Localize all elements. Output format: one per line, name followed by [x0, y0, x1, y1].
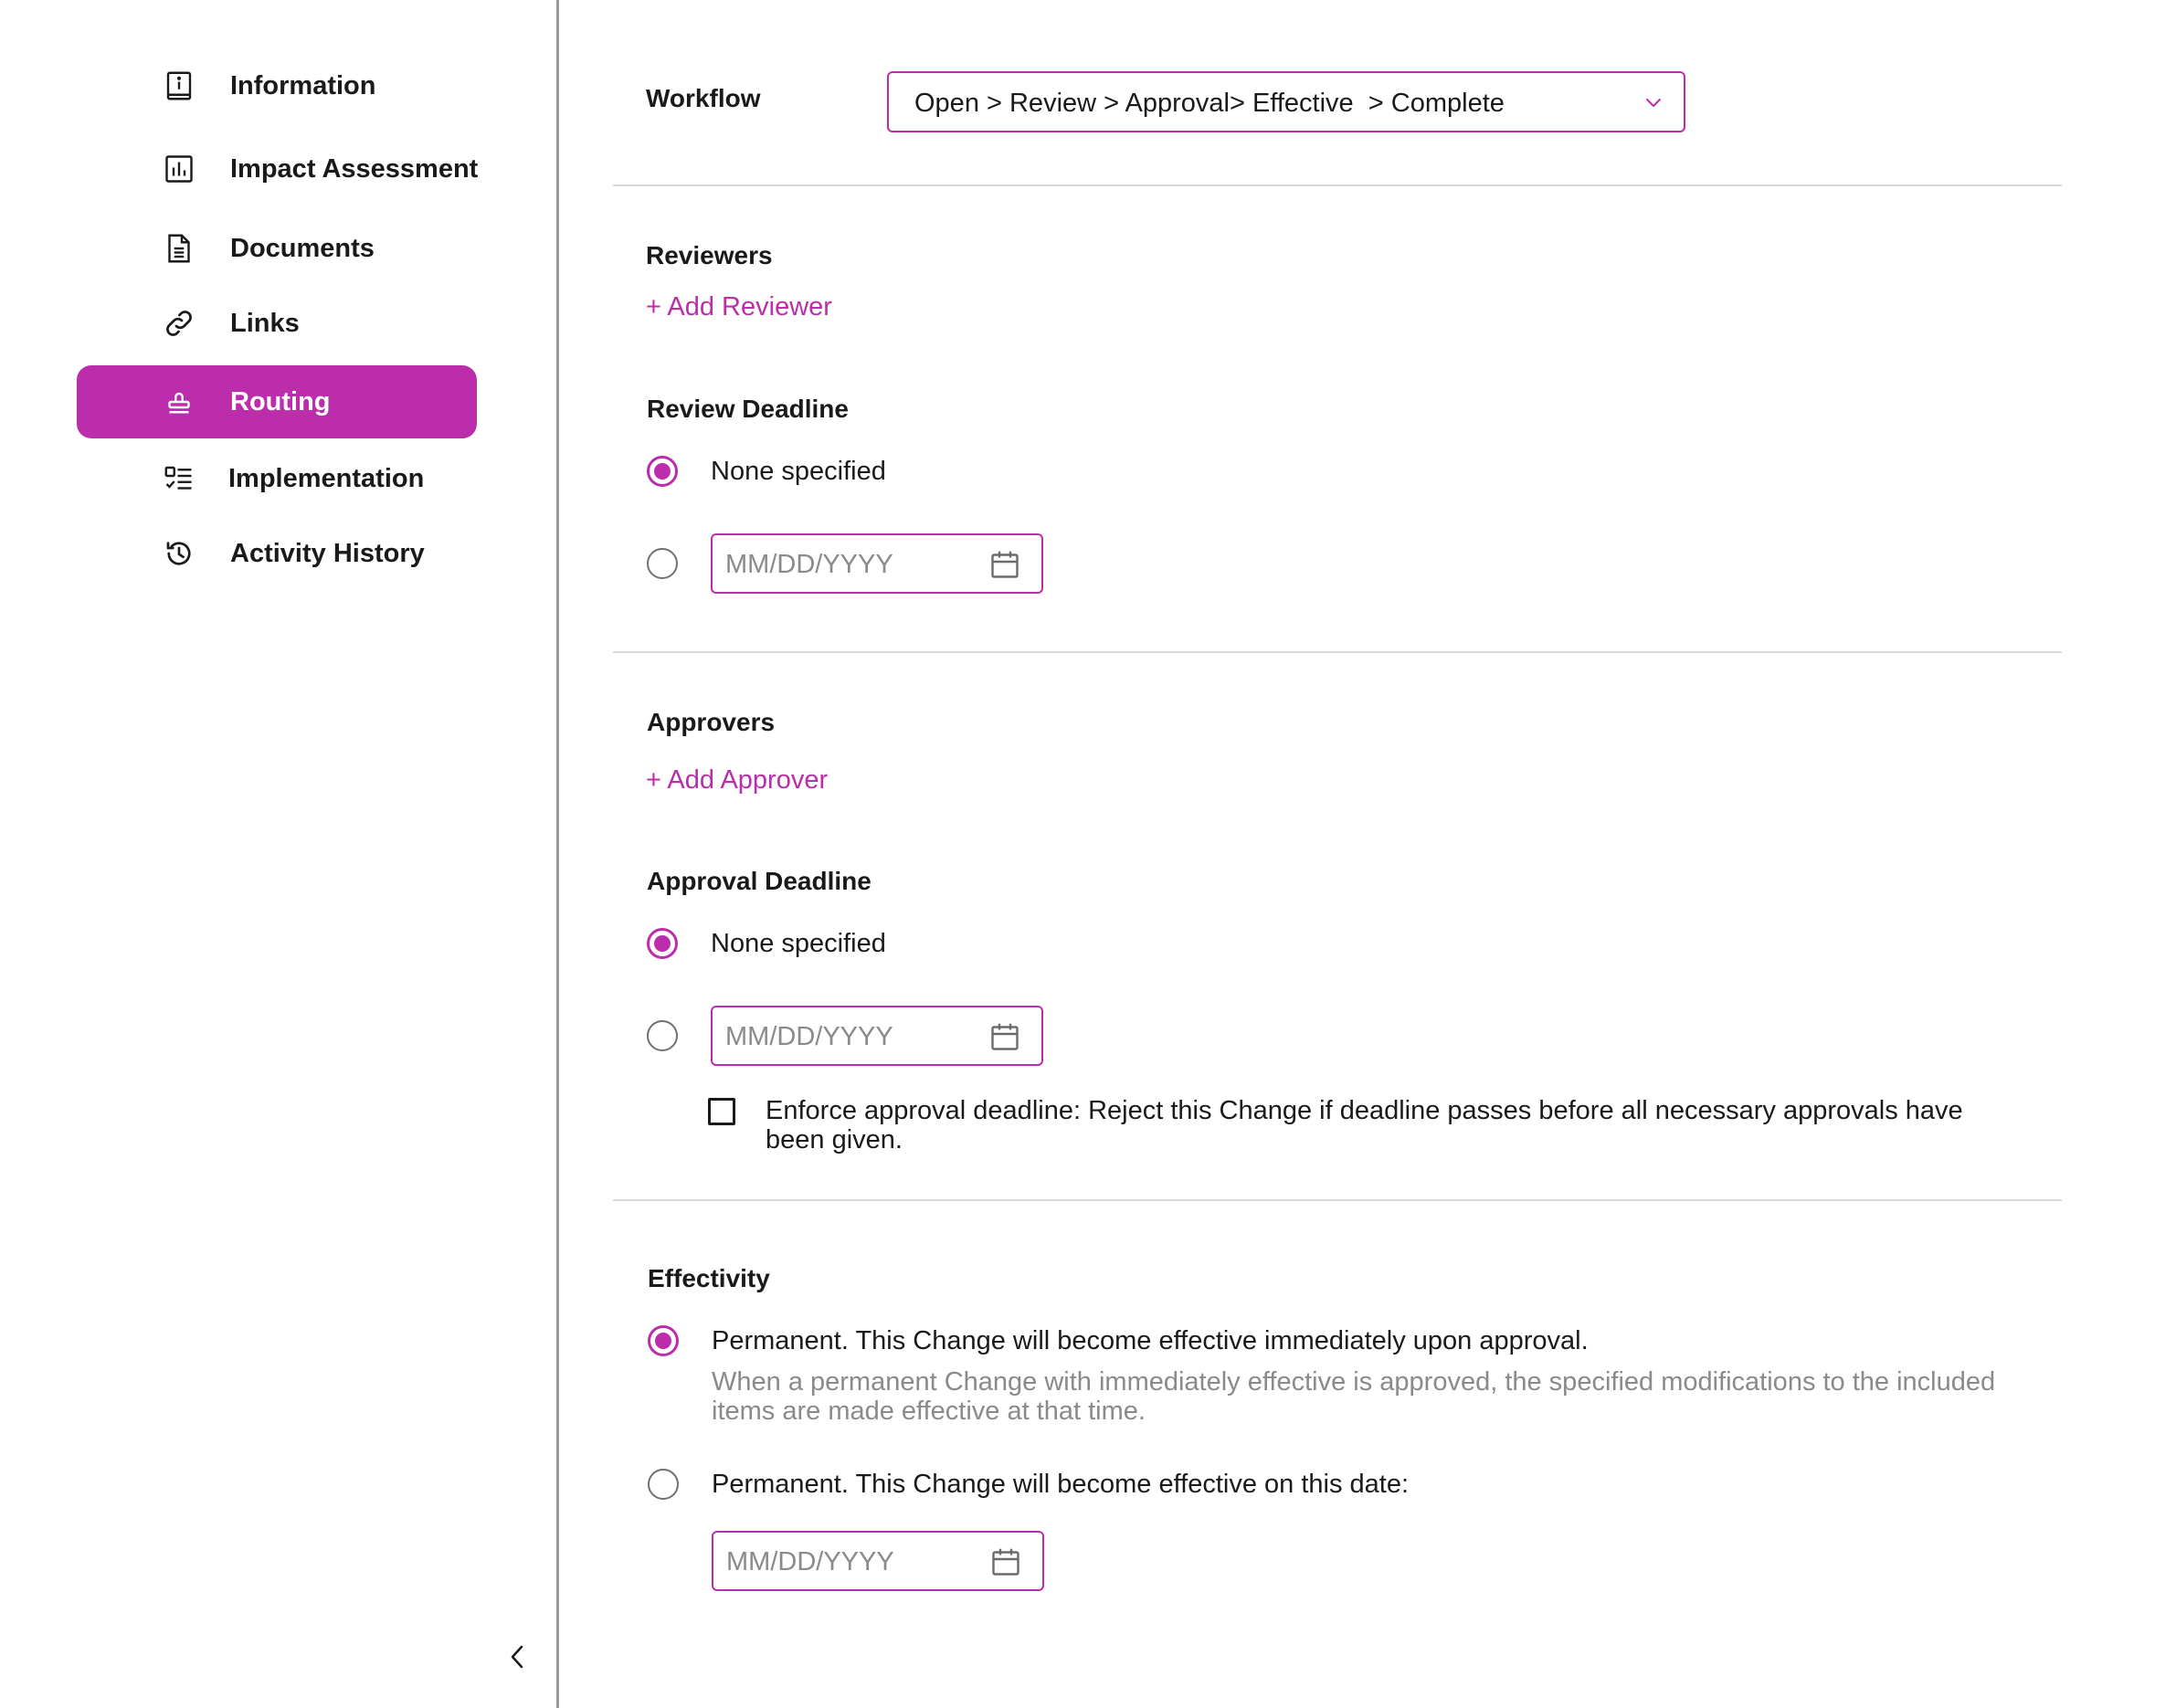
effectivity-date-label: Permanent. This Change will become effec… [712, 1470, 1410, 1499]
sidebar-item-documents[interactable]: Documents [77, 212, 477, 285]
approval-deadline-date-input[interactable] [725, 1018, 972, 1055]
divider [613, 1199, 2062, 1201]
sidebar-item-impact-assessment[interactable]: Impact Assessment [77, 132, 479, 206]
workflow-select-value: Open > Review > Approval> Effective > Co… [914, 89, 1505, 118]
effectivity-date-input[interactable] [726, 1544, 973, 1580]
sidebar-item-routing[interactable]: Routing [77, 365, 477, 438]
sidebar-item-links[interactable]: Links [77, 287, 477, 360]
add-approver-link[interactable]: + Add Approver [646, 765, 828, 796]
calendar-icon[interactable] [988, 548, 1021, 581]
workflow-select[interactable]: Open > Review > Approval> Effective > Co… [887, 71, 1685, 132]
divider [613, 651, 2062, 653]
effectivity-date-radio[interactable] [648, 1469, 679, 1500]
checklist-icon [163, 462, 195, 495]
effectivity-date-field[interactable] [712, 1531, 1044, 1591]
review-deadline-date-radio[interactable] [647, 548, 678, 579]
effectivity-immediate-radio[interactable] [648, 1325, 679, 1356]
sidebar-item-label: Impact Assessment [230, 153, 479, 184]
history-icon [163, 537, 195, 570]
sidebar: Information Impact Assessment Documents … [0, 0, 559, 1708]
approval-deadline-date-radio[interactable] [647, 1020, 678, 1051]
divider [613, 185, 2062, 186]
review-deadline-date-input[interactable] [725, 546, 972, 583]
approvers-label: Approvers [647, 708, 776, 736]
routing-panel: Workflow Open > Review > Approval> Effec… [562, 0, 2176, 1708]
approval-deadline-none-radio[interactable] [647, 928, 678, 959]
sidebar-item-label: Implementation [228, 463, 425, 493]
review-deadline-none-label: None specified [711, 457, 886, 486]
review-deadline-label: Review Deadline [647, 395, 849, 423]
effectivity-immediate-help: When a permanent Change with immediately… [712, 1367, 1996, 1426]
approval-deadline-date-field[interactable] [711, 1006, 1043, 1066]
enforce-deadline-checkbox[interactable] [708, 1098, 735, 1125]
sidebar-item-label: Information [230, 70, 376, 100]
sidebar-item-information[interactable]: Information [77, 49, 477, 122]
review-deadline-none-radio[interactable] [647, 456, 678, 487]
effectivity-label: Effectivity [648, 1264, 770, 1292]
review-deadline-date-field[interactable] [711, 533, 1043, 594]
link-icon [163, 307, 195, 340]
bar-chart-icon [163, 153, 195, 185]
reviewers-label: Reviewers [646, 241, 773, 269]
enforce-deadline-label: Enforce approval deadline: Reject this C… [766, 1096, 1963, 1154]
approval-deadline-none-label: None specified [711, 929, 886, 958]
sidebar-item-label: Links [230, 308, 300, 338]
sidebar-item-activity-history[interactable]: Activity History [77, 517, 477, 590]
calendar-icon[interactable] [988, 1020, 1021, 1053]
chevron-left-icon [509, 1643, 527, 1675]
sidebar-item-label: Routing [230, 386, 331, 416]
collapse-sidebar-button[interactable] [504, 1640, 532, 1677]
approval-deadline-label: Approval Deadline [647, 867, 871, 895]
effectivity-immediate-label: Permanent. This Change will become effec… [712, 1326, 1589, 1355]
add-reviewer-link[interactable]: + Add Reviewer [646, 292, 832, 322]
calendar-icon[interactable] [989, 1545, 1022, 1578]
document-icon [163, 232, 195, 265]
sidebar-item-implementation[interactable]: Implementation [77, 442, 477, 515]
sidebar-item-label: Documents [230, 233, 375, 263]
chevron-down-icon [1643, 93, 1664, 113]
stamp-icon [163, 385, 195, 418]
workflow-label: Workflow [646, 84, 761, 112]
info-book-icon [163, 69, 195, 102]
sidebar-item-label: Activity History [230, 538, 425, 568]
